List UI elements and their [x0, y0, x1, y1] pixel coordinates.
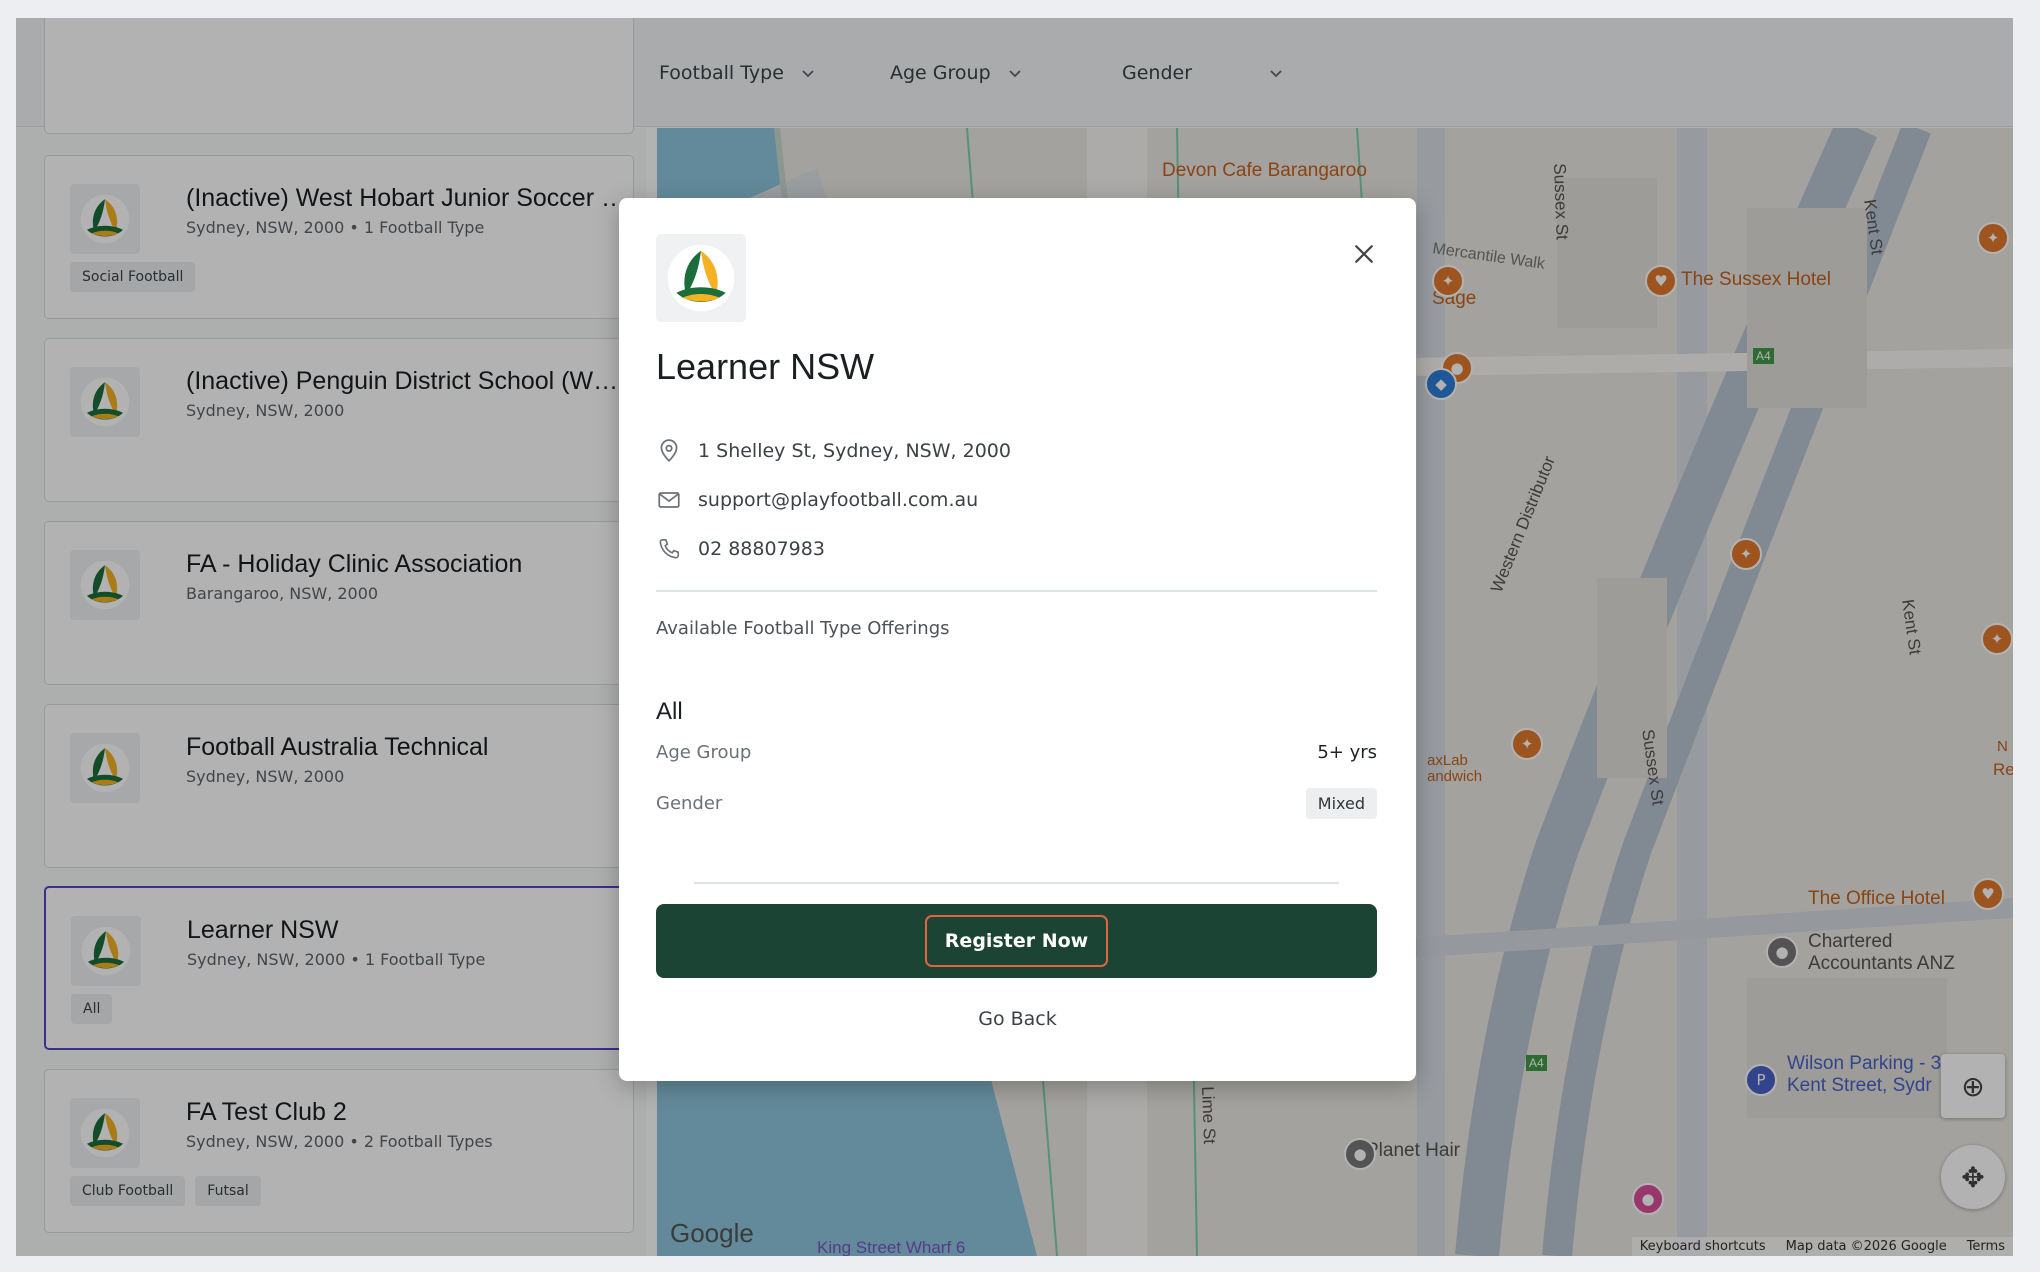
phone-row: 02 88807983	[656, 536, 825, 562]
gender-label: Gender	[656, 793, 723, 814]
club-logo-icon	[667, 244, 735, 312]
club-detail-modal: Learner NSW 1 Shelley St, Sydney, NSW, 2…	[619, 198, 1416, 1081]
age-group-label: Age Group	[656, 742, 752, 763]
age-group-row: Age Group 5+ yrs	[656, 742, 1377, 763]
gender-row: Gender Mixed	[656, 788, 1377, 819]
go-back-button[interactable]: Go Back	[619, 1008, 1416, 1030]
offerings-heading: Available Football Type Offerings	[656, 618, 950, 639]
phone-icon	[659, 538, 680, 559]
register-now-button[interactable]: Register Now	[656, 904, 1377, 978]
age-group-value: 5+ yrs	[1317, 742, 1377, 763]
club-title: Learner NSW	[656, 346, 875, 387]
address-text: 1 Shelley St, Sydney, NSW, 2000	[698, 440, 1011, 462]
divider	[694, 882, 1339, 884]
offering-name: All	[656, 698, 683, 725]
close-button[interactable]	[1344, 234, 1384, 274]
address-row: 1 Shelley St, Sydney, NSW, 2000	[656, 438, 1011, 464]
email-row: support@playfootball.com.au	[656, 487, 978, 513]
phone-link[interactable]: 02 88807983	[698, 538, 825, 560]
location-pin-icon	[660, 439, 678, 462]
gender-value-badge: Mixed	[1305, 788, 1377, 819]
close-icon	[1355, 245, 1373, 263]
club-logo	[656, 234, 746, 322]
email-link[interactable]: support@playfootball.com.au	[698, 489, 978, 511]
divider	[656, 590, 1377, 592]
register-now-label: Register Now	[924, 915, 1109, 967]
app-window: Football Type Age Group Gender (Inactive…	[16, 18, 2013, 1256]
mail-icon	[658, 492, 680, 508]
